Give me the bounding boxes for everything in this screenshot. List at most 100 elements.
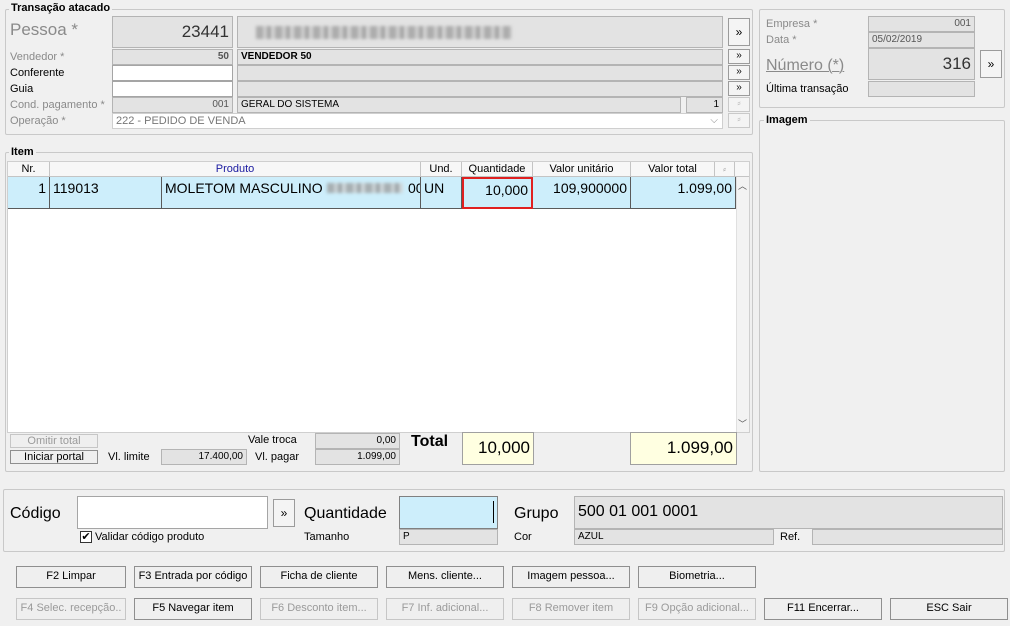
col-header-valor-total[interactable]: Valor total xyxy=(631,162,715,176)
f6-desconto-item-button[interactable]: F6 Desconto item... xyxy=(260,598,378,620)
item-title: Item xyxy=(9,146,36,158)
validar-checkbox[interactable]: ✔ xyxy=(80,531,92,543)
data-field: 05/02/2019 xyxy=(868,32,975,48)
biometria-button[interactable]: Biometria... xyxy=(638,566,756,588)
empresa-label: Empresa * xyxy=(766,18,818,30)
f8-remover-item-button[interactable]: F8 Remover item xyxy=(512,598,630,620)
cell-valor-unitario: 109,900000 xyxy=(533,177,631,209)
produto-tail: 00 xyxy=(408,180,420,196)
conferente-name-field xyxy=(237,65,723,81)
vale-troca-label: Vale troca xyxy=(248,434,297,446)
total-valor-field: 1.099,00 xyxy=(630,432,737,465)
ficha-cliente-button[interactable]: Ficha de cliente xyxy=(260,566,378,588)
redacted-produto-detail xyxy=(327,183,403,193)
empresa-field: 001 xyxy=(868,16,975,32)
tamanho-label: Tamanho xyxy=(304,531,350,543)
chevron-down-icon: ⌵ xyxy=(710,115,718,126)
f5-navegar-item-button[interactable]: F5 Navegar item xyxy=(134,598,252,620)
cell-und: UN xyxy=(421,177,462,209)
vl-limite-field: 17.400,00 xyxy=(161,449,247,465)
scroll-down-icon[interactable]: ﹀ xyxy=(738,417,747,430)
guia-input[interactable] xyxy=(112,81,233,97)
vendedor-lookup-button[interactable]: » xyxy=(728,49,750,64)
vale-troca-field: 0,00 xyxy=(315,433,400,449)
total-quantidade-field: 10,000 xyxy=(462,432,534,465)
col-header-produto[interactable]: Produto xyxy=(50,162,421,176)
guia-label: Guia xyxy=(10,83,34,95)
vl-pagar-field: 1.099,00 xyxy=(315,449,400,465)
iniciar-portal-button[interactable]: Iniciar portal xyxy=(10,450,98,464)
cor-field: AZUL xyxy=(574,529,774,545)
ref-field xyxy=(812,529,1003,545)
quantidade-label: Quantidade xyxy=(304,505,387,522)
cell-valor-total: 1.099,00 xyxy=(631,177,736,209)
cond-parcelas-field: 1 xyxy=(686,97,723,113)
text-cursor xyxy=(493,501,494,523)
conferente-lookup-button[interactable]: » xyxy=(728,65,750,80)
col-header-nr[interactable]: Nr. xyxy=(8,162,50,176)
guia-name-field xyxy=(237,81,723,97)
cell-quantidade[interactable]: 10,000 xyxy=(462,177,533,209)
vendedor-label: Vendedor * xyxy=(10,51,65,63)
esc-sair-button[interactable]: ESC Sair xyxy=(890,598,1008,620)
cond-code-field: 001 xyxy=(112,97,233,113)
imagem-title: Imagem xyxy=(764,114,810,126)
f3-entrada-codigo-button[interactable]: F3 Entrada por código xyxy=(134,566,252,588)
operacao-select[interactable]: 222 - PEDIDO DE VENDA ⌵ xyxy=(112,113,723,129)
grid-header: Nr. Produto Und. Quantidade Valor unitár… xyxy=(8,162,749,177)
col-header-und[interactable]: Und. xyxy=(421,162,462,176)
f11-encerrar-button[interactable]: F11 Encerrar... xyxy=(764,598,882,620)
vl-pagar-label: Vl. pagar xyxy=(255,451,300,463)
ultima-transacao-label: Última transação xyxy=(766,83,849,95)
pessoa-lookup-button[interactable]: » xyxy=(728,18,750,46)
cor-label: Cor xyxy=(514,531,532,543)
total-label: Total xyxy=(411,433,449,450)
cond-options-button[interactable]: ⸗ xyxy=(728,97,750,112)
imagem-group xyxy=(759,120,1005,472)
conferente-input[interactable] xyxy=(112,65,233,81)
transacao-title: Transação atacado xyxy=(9,2,113,14)
tamanho-field: P xyxy=(399,529,498,545)
data-label: Data * xyxy=(766,34,797,46)
numero-lookup-button[interactable]: » xyxy=(980,50,1002,78)
f7-inf-adicional-button[interactable]: F7 Inf. adicional... xyxy=(386,598,504,620)
vendedor-code-field: 50 xyxy=(112,49,233,65)
redacted-pessoa-name xyxy=(256,26,512,39)
f4-selec-recepcao-button[interactable]: F4 Selec. recepção.. xyxy=(16,598,126,620)
table-row[interactable]: 1 119013 MOLETOM MASCULINO 00 UN 10,000 … xyxy=(8,177,736,209)
cond-name-field: GERAL DO SISTEMA xyxy=(237,97,681,113)
column-options-icon[interactable]: ⸗ xyxy=(715,162,735,176)
grupo-label: Grupo xyxy=(514,505,559,522)
guia-lookup-button[interactable]: » xyxy=(728,81,750,96)
imagem-pessoa-button[interactable]: Imagem pessoa... xyxy=(512,566,630,588)
col-header-quantidade[interactable]: Quantidade xyxy=(462,162,533,176)
codigo-input[interactable] xyxy=(77,496,268,529)
validar-label[interactable]: Validar código produto xyxy=(95,531,204,543)
scroll-up-icon[interactable]: ︿ xyxy=(738,179,747,192)
ultima-transacao-field xyxy=(868,81,975,97)
cell-nr: 1 xyxy=(8,177,50,209)
operacao-value: 222 - PEDIDO DE VENDA xyxy=(116,115,246,127)
col-header-valor-unitario[interactable]: Valor unitário xyxy=(533,162,631,176)
pessoa-label: Pessoa * xyxy=(10,20,79,39)
pessoa-code-field[interactable]: 23441 xyxy=(112,16,233,48)
codigo-lookup-button[interactable]: » xyxy=(273,499,295,527)
produto-name: MOLETOM MASCULINO xyxy=(165,180,323,196)
operacao-label: Operação * xyxy=(10,115,66,127)
codigo-label: Código xyxy=(10,505,61,522)
mens-cliente-button[interactable]: Mens. cliente... xyxy=(386,566,504,588)
f2-limpar-button[interactable]: F2 Limpar xyxy=(16,566,126,588)
quantidade-input[interactable] xyxy=(399,496,498,529)
cell-codigo: 119013 xyxy=(50,177,162,209)
numero-field[interactable]: 316 xyxy=(868,48,975,80)
omitir-total-button[interactable]: Omitir total xyxy=(10,434,98,448)
vl-limite-label: Vl. limite xyxy=(108,451,150,463)
grid-scrollbar[interactable]: ︿ ﹀ xyxy=(736,177,749,432)
operacao-options-button[interactable]: ⸗ xyxy=(728,113,750,128)
grupo-field: 500 01 001 0001 xyxy=(574,496,1003,529)
numero-label: Número (*) xyxy=(766,57,845,74)
f9-opcao-adicional-button[interactable]: F9 Opção adicional... xyxy=(638,598,756,620)
pessoa-name-field xyxy=(237,16,723,48)
vendedor-name-field: VENDEDOR 50 xyxy=(237,49,723,65)
items-grid[interactable]: Nr. Produto Und. Quantidade Valor unitár… xyxy=(7,161,750,433)
